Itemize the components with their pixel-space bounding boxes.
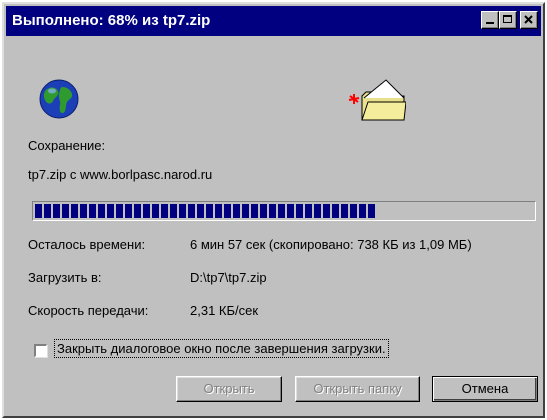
saving-label: Сохранение:: [28, 138, 106, 153]
folder-icon: [348, 79, 406, 121]
close-button[interactable]: [520, 11, 538, 29]
download-progress-bar: [32, 201, 536, 221]
source-file-text: tp7.zip с www.borlpasc.narod.ru: [28, 167, 213, 182]
speed-value: 2,31 КБ/сек: [190, 303, 259, 318]
download-dialog: Выполнено: 68% из tp7.zip Сохранение: tp…: [2, 2, 545, 418]
minimize-icon: [486, 22, 494, 24]
time-left-value: 6 мин 57 сек (скопировано: 738 КБ из 1,0…: [190, 237, 472, 252]
time-left-label: Осталось времени:: [28, 237, 146, 252]
progress-fill: [35, 204, 375, 218]
close-icon: [524, 15, 533, 24]
download-to-label: Загрузить в:: [28, 270, 102, 285]
close-on-complete-checkbox[interactable]: [34, 344, 47, 357]
maximize-button[interactable]: [499, 11, 517, 29]
maximize-icon: [503, 15, 512, 23]
title-bar[interactable]: Выполнено: 68% из tp7.zip: [6, 6, 541, 36]
cancel-button[interactable]: Отмена: [432, 376, 538, 402]
window-title: Выполнено: 68% из tp7.zip: [12, 12, 211, 29]
download-to-value: D:\tp7\tp7.zip: [190, 270, 267, 285]
speed-label: Скорость передачи:: [28, 303, 149, 318]
minimize-button[interactable]: [481, 11, 499, 29]
globe-icon: [39, 79, 79, 119]
open-button[interactable]: Открыть: [176, 376, 282, 402]
close-on-complete-label[interactable]: Закрыть диалоговое окно после завершения…: [54, 339, 389, 358]
open-folder-button[interactable]: Открыть папку: [295, 376, 420, 402]
